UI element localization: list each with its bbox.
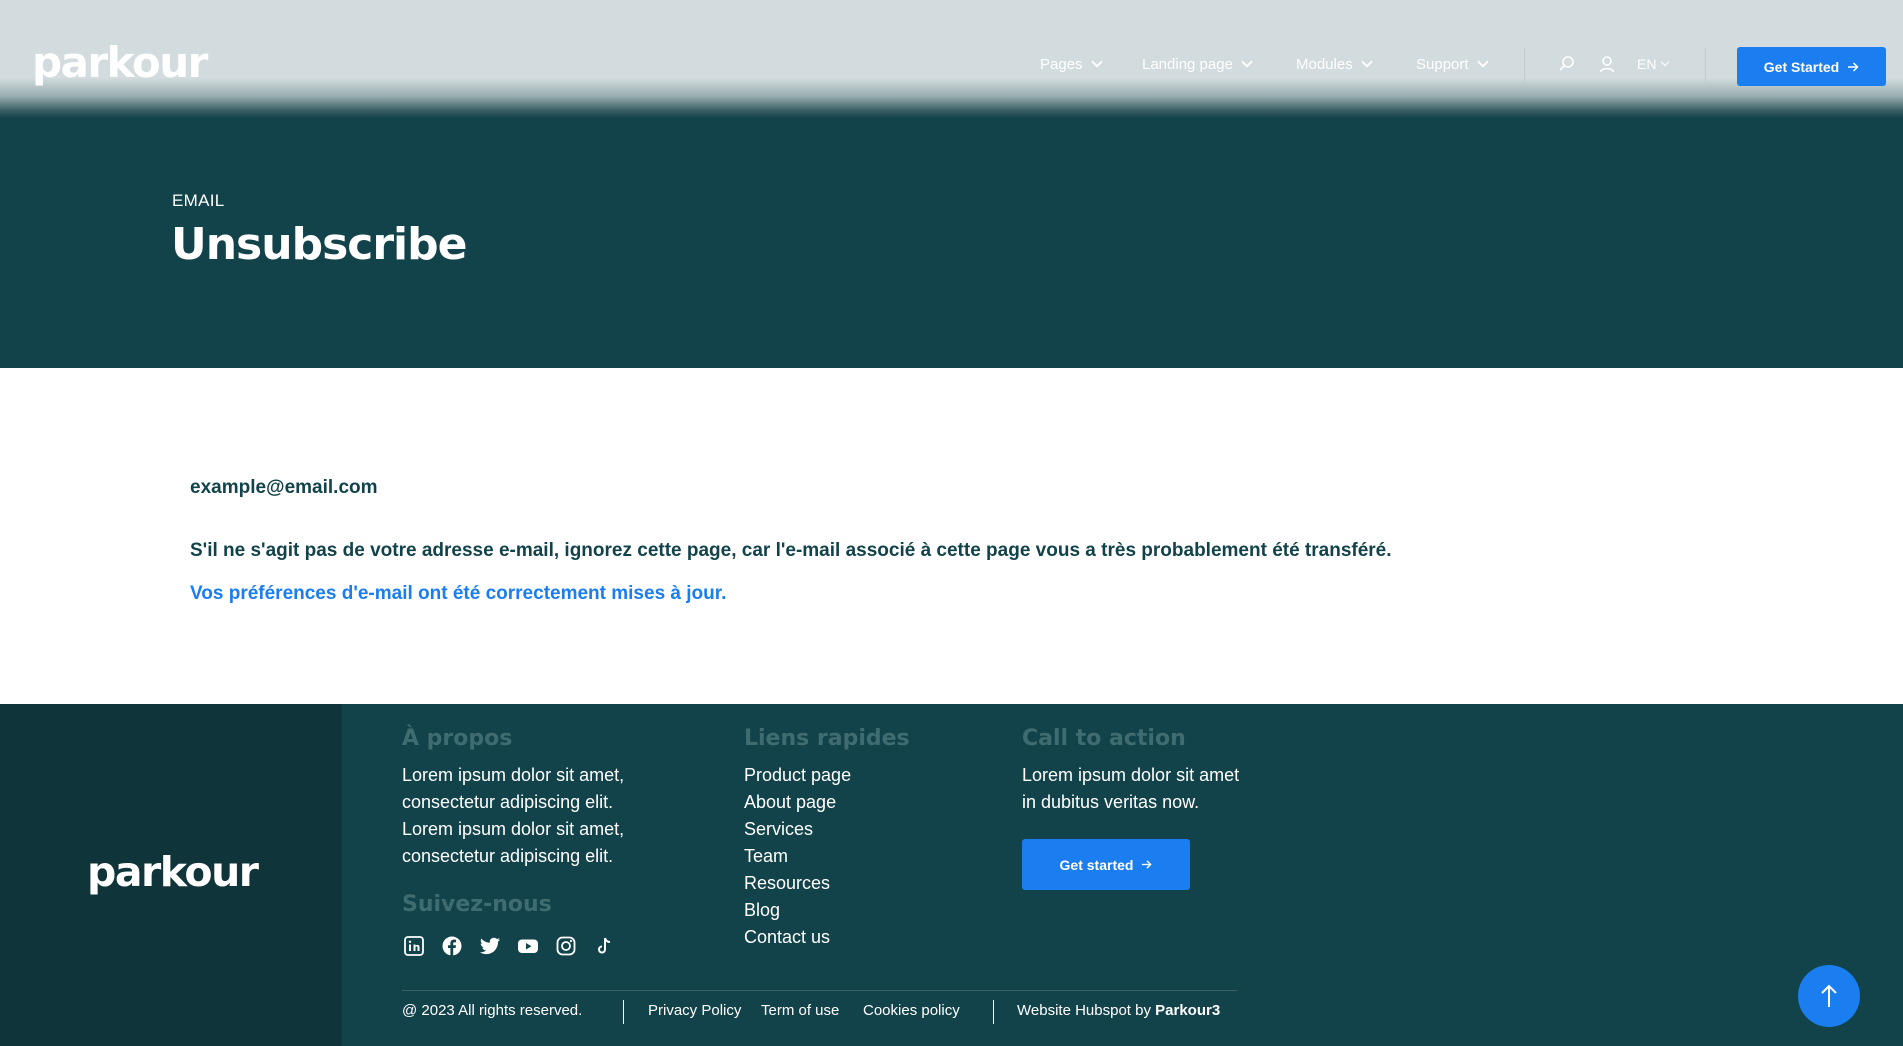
instagram-icon[interactable]	[555, 935, 577, 957]
arrow-right-icon	[1142, 860, 1153, 869]
chevron-down-icon	[1661, 57, 1670, 67]
nav-landing-page-label: Landing page	[1142, 56, 1233, 73]
linkedin-icon[interactable]	[403, 935, 425, 957]
chevron-down-icon	[1090, 56, 1103, 68]
footer-cta-text: Lorem ipsum dolor sit amet in dubitus ve…	[1022, 762, 1239, 816]
footer-about-line: Lorem ipsum dolor sit amet,	[402, 819, 625, 839]
nav-support[interactable]: Support	[1416, 56, 1489, 73]
footer-separator	[623, 1000, 624, 1024]
footer-links-heading: Liens rapides	[744, 726, 910, 751]
search-icon[interactable]	[1558, 55, 1576, 73]
header-divider	[1705, 48, 1706, 84]
scroll-to-top-button[interactable]	[1798, 965, 1860, 1027]
arrow-up-icon	[1821, 984, 1837, 1007]
footer-follow-heading: Suivez-nous	[402, 892, 552, 917]
footer-get-started-button[interactable]: Get started	[1022, 839, 1190, 890]
footer-separator	[993, 1000, 994, 1024]
footer-link-services[interactable]: Services	[744, 819, 813, 840]
nav-modules[interactable]: Modules	[1296, 56, 1373, 73]
footer-cta-line: in dubitus veritas now.	[1022, 792, 1200, 812]
chevron-down-icon	[1361, 56, 1373, 68]
footer-link-product[interactable]: Product page	[744, 765, 851, 786]
site-credit: Website Hubspot by Parkour3	[1017, 1002, 1220, 1019]
email-address: example@email.com	[190, 477, 378, 498]
footer-link-team[interactable]: Team	[744, 846, 788, 867]
page-title: Unsubscribe	[171, 219, 467, 270]
youtube-icon[interactable]	[517, 935, 539, 957]
language-selector[interactable]: EN	[1637, 56, 1670, 72]
credit-prefix: Website Hubspot by	[1017, 1002, 1156, 1019]
facebook-icon[interactable]	[441, 935, 463, 957]
user-icon[interactable]	[1598, 55, 1616, 73]
nav-pages-label: Pages	[1040, 56, 1083, 73]
arrow-right-icon	[1848, 61, 1859, 72]
privacy-policy-link[interactable]: Privacy Policy	[648, 1002, 741, 1019]
notice-message: S'il ne s'agit pas de votre adresse e-ma…	[190, 540, 1392, 561]
twitter-icon[interactable]	[479, 935, 501, 957]
cookies-policy-link[interactable]: Cookies policy	[863, 1002, 960, 1019]
footer-cta-heading: Call to action	[1022, 726, 1186, 751]
footer-about-text: Lorem ipsum dolor sit amet, consectetur …	[402, 762, 624, 870]
footer-about-line: consectetur adipiscing elit.	[402, 792, 614, 812]
footer-about-line: consectetur adipiscing elit.	[402, 846, 614, 866]
credit-name[interactable]: Parkour3	[1155, 1002, 1220, 1019]
language-label: EN	[1637, 56, 1657, 72]
tiktok-icon[interactable]	[593, 935, 615, 957]
header-divider	[1524, 48, 1525, 84]
footer-link-contact[interactable]: Contact us	[744, 927, 830, 948]
footer-link-blog[interactable]: Blog	[744, 900, 780, 921]
footer-link-resources[interactable]: Resources	[744, 873, 830, 894]
site-logo[interactable]: parkour	[32, 38, 208, 87]
footer-divider	[402, 990, 1237, 991]
footer-logo[interactable]: parkour	[87, 848, 259, 896]
footer-about-heading: À propos	[402, 726, 513, 751]
site-header	[0, 0, 1903, 118]
footer-link-about[interactable]: About page	[744, 792, 836, 813]
success-message: Vos préférences d'e-mail ont été correct…	[190, 583, 727, 604]
copyright-text: @ 2023 All rights reserved.	[402, 1002, 583, 1019]
chevron-down-icon	[1241, 56, 1253, 68]
hero-eyebrow: EMAIL	[172, 191, 225, 210]
get-started-button[interactable]: Get Started	[1737, 47, 1886, 86]
footer-about-line: Lorem ipsum dolor sit amet,	[402, 765, 625, 785]
nav-support-label: Support	[1416, 56, 1469, 73]
footer-get-started-label: Get started	[1059, 856, 1134, 873]
footer-cta-line: Lorem ipsum dolor sit amet	[1022, 765, 1240, 785]
nav-modules-label: Modules	[1296, 56, 1353, 73]
get-started-label: Get Started	[1763, 58, 1840, 75]
terms-of-use-link[interactable]: Term of use	[761, 1002, 839, 1019]
chevron-down-icon	[1476, 56, 1489, 68]
nav-landing-page[interactable]: Landing page	[1142, 56, 1253, 73]
nav-pages[interactable]: Pages	[1040, 56, 1103, 73]
